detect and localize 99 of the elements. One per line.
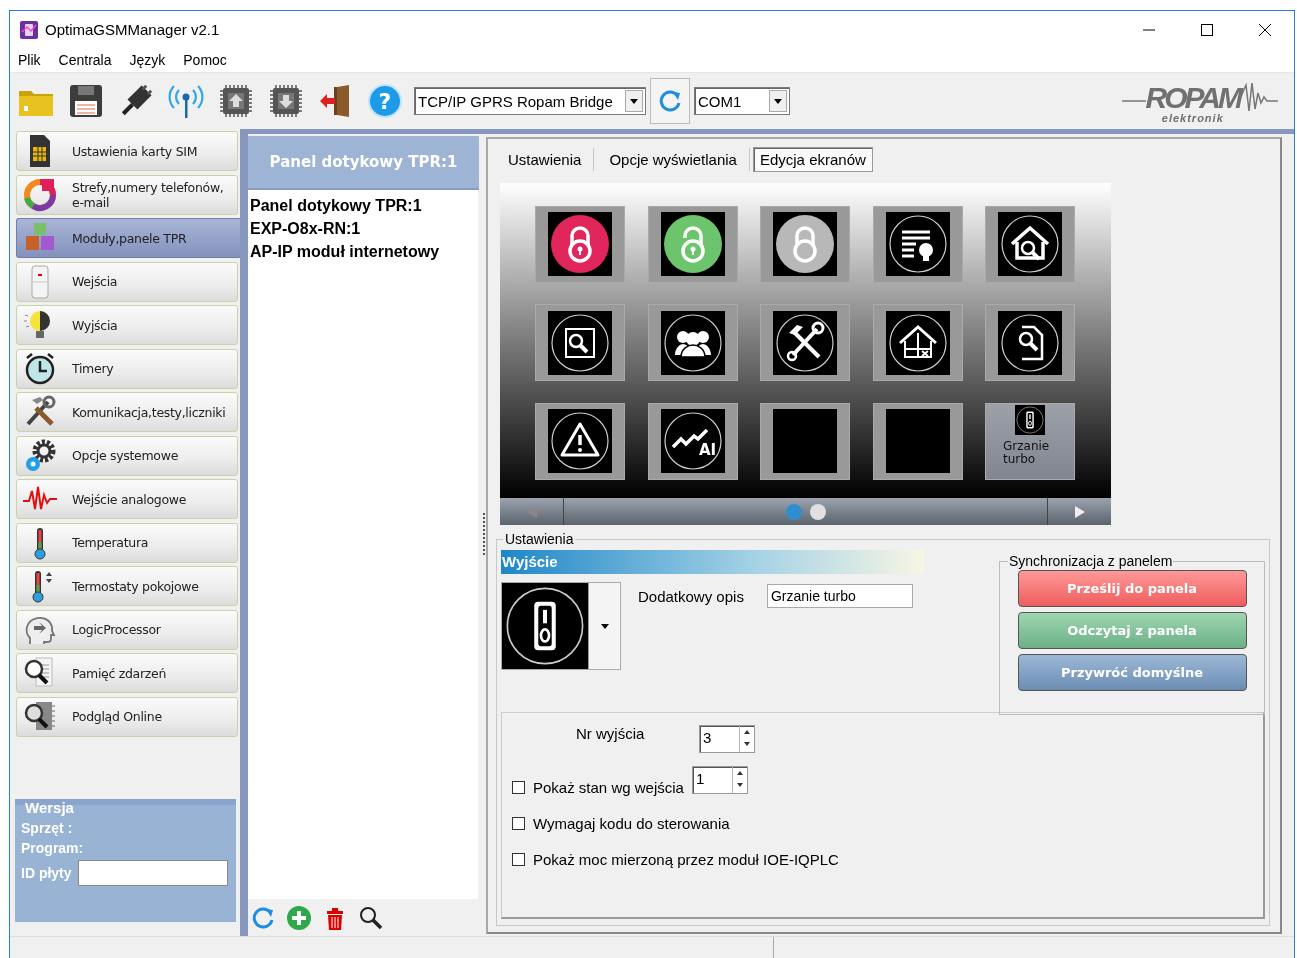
close-icon bbox=[1259, 23, 1271, 36]
search-icon bbox=[358, 904, 384, 931]
sidebar-item[interactable]: Temperatura bbox=[16, 522, 238, 563]
sidebar-item[interactable]: Timery bbox=[16, 348, 238, 389]
screen-tile[interactable] bbox=[872, 402, 963, 480]
chip-upload-icon bbox=[217, 82, 255, 120]
screen-tile[interactable] bbox=[760, 402, 850, 480]
screen-tile[interactable] bbox=[647, 304, 738, 382]
refresh-button[interactable] bbox=[650, 78, 690, 124]
port-dropdown[interactable]: COM1 bbox=[694, 87, 790, 115]
tab[interactable]: Edycja ekranów bbox=[752, 147, 873, 173]
sidebar-item[interactable]: Wejście analogowe bbox=[16, 479, 238, 519]
tile-label: Grzanie turbo bbox=[1003, 439, 1051, 466]
screen-tile[interactable] bbox=[647, 205, 738, 283]
sidebar-item[interactable]: Ustawienia karty SIM bbox=[16, 131, 238, 171]
screen-tile[interactable] bbox=[535, 402, 625, 480]
screen-tile[interactable] bbox=[535, 205, 625, 283]
sidebar-item[interactable]: LogicProcessor bbox=[16, 609, 238, 650]
tab[interactable]: Opcje wyświetlania bbox=[597, 148, 750, 172]
program-label: Program: bbox=[21, 840, 85, 856]
sidebar-item[interactable]: Opcje systemowe bbox=[16, 435, 238, 476]
board-id-field[interactable] bbox=[77, 860, 228, 886]
menu-item[interactable]: Plik bbox=[18, 52, 41, 68]
description-label: Dodatkowy opis bbox=[638, 588, 744, 605]
screen-tile[interactable] bbox=[535, 304, 625, 382]
house-grid-icon bbox=[885, 310, 950, 375]
connection-dropdown[interactable]: TCP/IP GPRS Ropam Bridge bbox=[414, 87, 646, 115]
screen-tile[interactable] bbox=[872, 304, 963, 382]
app-icon bbox=[19, 19, 39, 40]
hardware-label: Sprzęt : bbox=[21, 820, 74, 836]
padlock-icon bbox=[773, 212, 837, 277]
screen-tile[interactable] bbox=[985, 205, 1075, 283]
checkbox[interactable] bbox=[512, 816, 525, 830]
blank-tile-icon bbox=[885, 409, 950, 474]
output-number-label: Nr wyjścia bbox=[576, 725, 646, 742]
checkbox-label: Pokaż stan wg wejścia bbox=[533, 778, 684, 796]
add-icon bbox=[286, 904, 312, 931]
number-spinner[interactable]: 1 bbox=[691, 766, 748, 794]
trend-chart-icon: AI bbox=[660, 409, 725, 474]
plan-search-icon bbox=[548, 310, 612, 375]
search-button[interactable] bbox=[358, 904, 384, 931]
module-item[interactable]: Panel dotykowy TPR:1 bbox=[248, 194, 478, 217]
tab[interactable]: Ustawienia bbox=[496, 148, 595, 172]
checkbox-label: Wymagaj kodu do sterowania bbox=[533, 814, 730, 832]
screen-tile[interactable] bbox=[760, 304, 850, 382]
screen-tile[interactable]: Grzanie turbo bbox=[985, 402, 1075, 480]
pie-chart-icon bbox=[22, 176, 58, 213]
sidebar-item[interactable]: Komunikacja,testy,liczniki bbox=[16, 392, 238, 432]
group-title: Ustawienia bbox=[503, 531, 576, 547]
page-dot[interactable] bbox=[809, 503, 826, 520]
module-list-header: Panel dotykowy TPR:1 bbox=[248, 136, 479, 190]
logo-subtitle: elektronik bbox=[1161, 112, 1224, 124]
maximize-icon bbox=[1201, 23, 1213, 36]
screen-tile[interactable] bbox=[985, 304, 1075, 382]
checkbox[interactable] bbox=[512, 780, 525, 794]
users-icon bbox=[660, 310, 725, 375]
lock-icon bbox=[548, 212, 612, 277]
screen-tile[interactable] bbox=[760, 205, 850, 283]
tools-icon bbox=[773, 310, 837, 375]
checkbox-label: Pokaż moc mierzoną przez moduł IOE-IQPLC bbox=[533, 850, 839, 868]
logo-line-icon bbox=[1121, 98, 1146, 103]
sidebar-item[interactable]: Termostaty pokojowe bbox=[16, 566, 238, 606]
dropdown-arrow-icon bbox=[599, 621, 610, 631]
menu-item[interactable]: Pomoc bbox=[183, 52, 227, 68]
page-dot[interactable] bbox=[785, 503, 802, 520]
refresh-icon bbox=[250, 904, 276, 931]
sidebar-item[interactable]: Pamięć zdarzeń bbox=[16, 653, 238, 693]
list-bulb-icon bbox=[885, 212, 950, 277]
number-spinner[interactable]: 3 bbox=[699, 725, 755, 753]
group-title: Synchronizacja z panelem bbox=[1008, 553, 1174, 569]
blank-tile-icon bbox=[773, 409, 837, 474]
refresh-icon bbox=[657, 88, 683, 114]
version-title: Wersja bbox=[25, 799, 75, 816]
module-item[interactable]: AP-IP moduł internetowy bbox=[248, 240, 478, 263]
add-button[interactable] bbox=[286, 904, 312, 931]
logo-text: ROPAM bbox=[1145, 82, 1240, 113]
rocker-switch-icon bbox=[1015, 404, 1045, 435]
splitter-grip[interactable] bbox=[482, 513, 485, 557]
icon-dropdown[interactable] bbox=[501, 582, 621, 670]
screen-tile[interactable] bbox=[872, 205, 963, 283]
menu-item[interactable]: Centrala bbox=[58, 52, 112, 68]
checkbox[interactable] bbox=[512, 852, 525, 866]
sidebar-item[interactable]: Strefy,numery telefonów, e-mail bbox=[16, 174, 238, 215]
warning-icon bbox=[548, 409, 612, 474]
sidebar-item[interactable]: Podgląd Online bbox=[16, 696, 238, 737]
house-search-icon bbox=[998, 212, 1062, 277]
sidebar-item[interactable]: Wyjścia bbox=[16, 305, 238, 345]
module-item[interactable]: EXP-O8x-RN:1 bbox=[248, 217, 478, 240]
board-id-label: ID płyty bbox=[21, 865, 72, 881]
unlocked-padlock-icon bbox=[660, 212, 725, 277]
description-field[interactable]: Grzanie turbo bbox=[766, 584, 913, 608]
section-header: Wyjście bbox=[501, 550, 924, 574]
chip-download-icon bbox=[267, 82, 305, 120]
refresh-button[interactable] bbox=[250, 904, 276, 931]
screen-tile[interactable]: AI bbox=[647, 402, 738, 480]
sidebar-item[interactable]: Wejścia bbox=[16, 261, 238, 302]
window-title: OptimaGSMManager v2.1 bbox=[45, 21, 221, 38]
document-search-icon bbox=[998, 310, 1062, 375]
menu-item[interactable]: Język bbox=[129, 52, 166, 68]
